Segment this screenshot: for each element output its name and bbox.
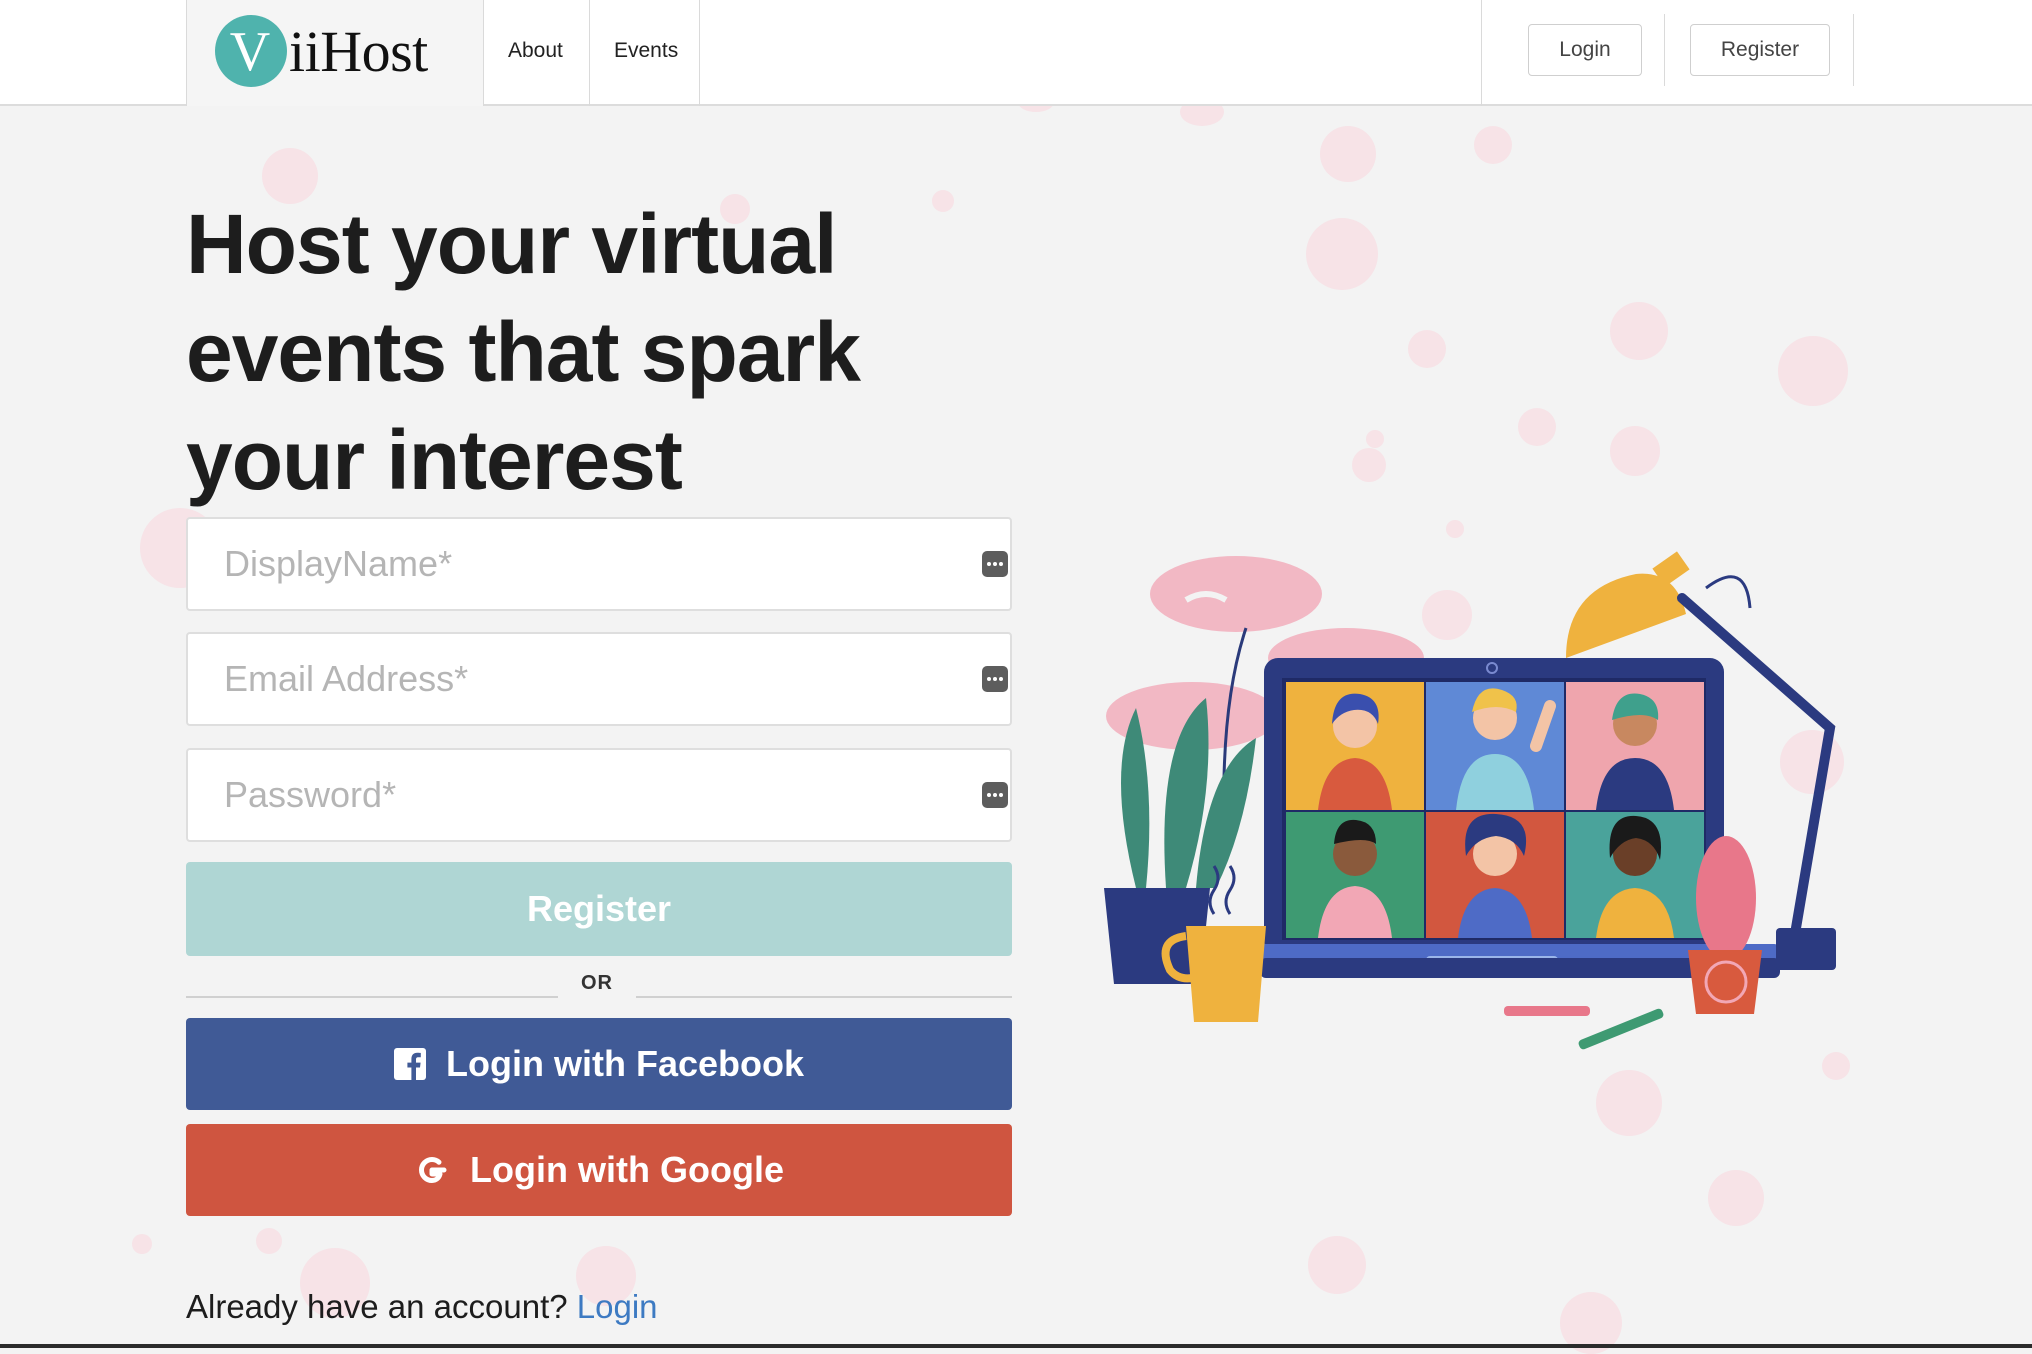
brand-name: iiHost <box>289 19 428 84</box>
bottom-edge <box>0 1344 2032 1348</box>
viihost-logo-icon: V <box>215 15 287 87</box>
already-have-account-label: Already have an account? <box>186 1288 568 1325</box>
video-call-illustration <box>1104 551 1836 1050</box>
header-divider <box>1664 14 1665 86</box>
header-divider <box>1481 0 1482 106</box>
register-button[interactable]: Register <box>186 862 1012 956</box>
header-register-button[interactable]: Register <box>1690 24 1830 76</box>
already-have-account-text: Already have an account? Login <box>186 1288 658 1326</box>
hero-headline: Host your virtual events that spark your… <box>186 190 946 514</box>
brand-logo[interactable]: V iiHost <box>186 0 484 106</box>
headline-line: Host your virtual <box>186 197 837 291</box>
nav-about-link[interactable]: About <box>484 0 590 106</box>
password-manager-key-icon[interactable] <box>982 666 1008 692</box>
login-with-google-button[interactable]: Login with Google <box>186 1124 1012 1216</box>
password-input[interactable] <box>188 750 1010 840</box>
nav-events-link[interactable]: Events <box>590 0 700 106</box>
display-name-input[interactable] <box>188 519 1010 609</box>
password-manager-key-icon[interactable] <box>982 782 1008 808</box>
login-with-facebook-button[interactable]: Login with Facebook <box>186 1018 1012 1110</box>
facebook-button-label: Login with Facebook <box>446 1043 804 1084</box>
or-divider-label: OR <box>581 972 613 994</box>
top-navigation-bar: V iiHost About Events Login Register <box>0 0 2032 106</box>
or-divider-line <box>186 996 558 998</box>
header-divider <box>1853 14 1854 86</box>
brand-initial: V <box>230 21 270 83</box>
headline-line: your interest <box>186 413 683 507</box>
email-field <box>186 632 1012 726</box>
facebook-icon <box>394 1048 426 1080</box>
password-field <box>186 748 1012 842</box>
password-manager-key-icon[interactable] <box>982 551 1008 577</box>
headline-line: events that spark <box>186 305 861 399</box>
google-icon <box>414 1152 450 1188</box>
email-input[interactable] <box>188 634 1010 724</box>
display-name-field <box>186 517 1012 611</box>
google-button-label: Login with Google <box>470 1149 784 1190</box>
header-login-button[interactable]: Login <box>1528 24 1642 76</box>
or-divider-line <box>636 996 1012 998</box>
login-link[interactable]: Login <box>577 1288 658 1325</box>
